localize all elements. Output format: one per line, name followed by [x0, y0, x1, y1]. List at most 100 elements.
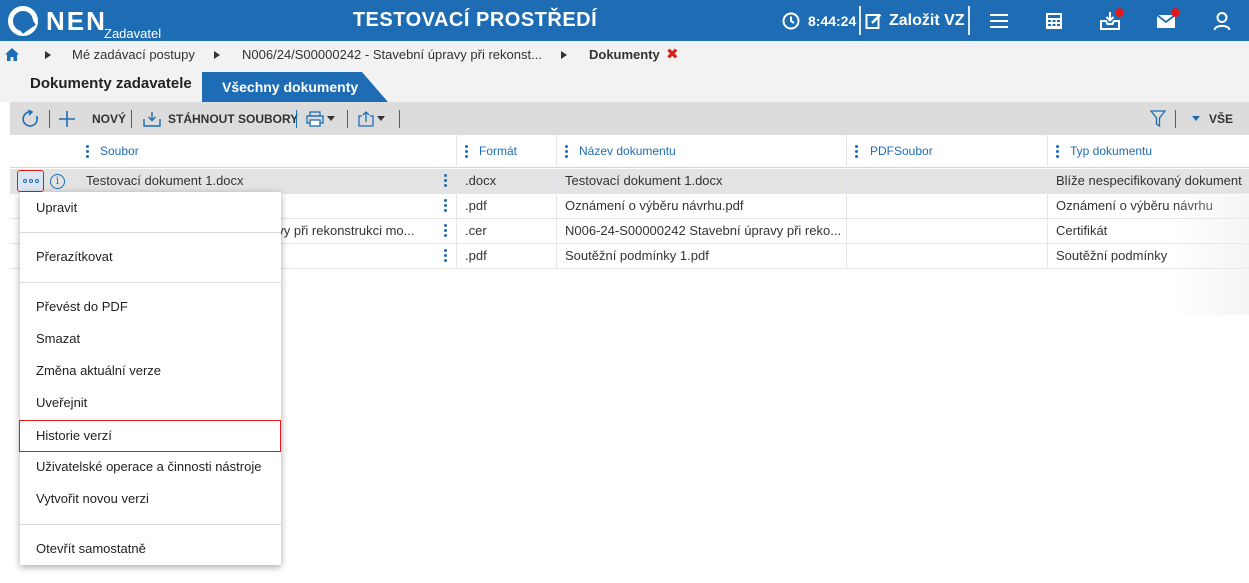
download-files-label: STÁHNOUT SOUBORY: [168, 111, 299, 126]
menu-separator: [20, 282, 281, 283]
new-button-label: NOVÝ: [92, 111, 127, 126]
cell-format: .docx: [465, 173, 497, 188]
tab-contracting-authority-documents[interactable]: Dokumenty zadavatele: [14, 69, 208, 99]
session-time: 8:44:24: [808, 12, 857, 29]
column-menu-icon[interactable]: [465, 145, 468, 159]
toolbar-separator: [296, 110, 297, 128]
menu-item-user-operations[interactable]: Uživatelské operace a činnosti nástroje: [20, 451, 281, 483]
logo-text: NEN: [46, 6, 107, 36]
cell-format: .cer: [465, 223, 487, 238]
more-dots-icon: [22, 179, 27, 183]
mail-notification-dot: [1171, 8, 1180, 17]
toolbar-separator: [347, 110, 348, 128]
row-context-menu: Upravit Přerazítkovat Převést do PDF Sma…: [19, 192, 281, 565]
tab-all-documents[interactable]: Všechny dokumenty: [202, 72, 388, 102]
cell-document-name: Soutěžní podmínky 1.pdf: [565, 248, 709, 263]
refresh-icon[interactable]: [22, 110, 40, 128]
download-tray-icon: [143, 111, 161, 127]
new-button[interactable]: NOVÝ: [58, 102, 126, 135]
menu-item-version-history[interactable]: Historie verzí: [19, 420, 281, 452]
header-divider: [859, 6, 861, 35]
clock-icon: [782, 12, 800, 29]
filter-icon[interactable]: [1150, 110, 1166, 128]
cell-document-name: Oznámení o výběru návrhu.pdf: [565, 198, 744, 213]
export-icon: [358, 110, 374, 127]
column-menu-icon[interactable]: [86, 145, 89, 159]
column-divider: [1047, 135, 1048, 269]
close-icon[interactable]: ✖: [666, 47, 679, 63]
menu-item-open-standalone[interactable]: Otevřít samostatně: [20, 533, 281, 565]
filter-scope-label: VŠE: [1209, 111, 1234, 126]
chevron-down-icon: [377, 116, 385, 121]
cell-format: .pdf: [465, 198, 487, 213]
row-menu-icon[interactable]: [444, 174, 447, 188]
column-header-document-name[interactable]: Název dokumentu: [579, 135, 676, 168]
cell-format: .pdf: [465, 248, 487, 263]
menu-icon[interactable]: [988, 9, 1012, 33]
calculator-icon[interactable]: [1042, 9, 1066, 33]
toolbar-separator: [1175, 110, 1176, 128]
breadcrumb-documents: Dokumenty: [589, 47, 660, 62]
export-dropdown[interactable]: [358, 102, 385, 135]
inbox-notification-dot: [1115, 8, 1124, 17]
menu-item-convert-to-pdf[interactable]: Převést do PDF: [20, 291, 281, 323]
breadcrumb-arrow-icon: [561, 51, 567, 59]
logo-ring-icon: [8, 6, 38, 36]
breadcrumb-procedure[interactable]: N006/24/S00000242 - Stavební úpravy při …: [242, 41, 542, 69]
cell-document-name: Testovací dokument 1.docx: [565, 173, 723, 188]
column-header-pdf-file[interactable]: PDFSoubor: [870, 135, 933, 168]
row-menu-icon[interactable]: [444, 249, 447, 263]
create-tender-button[interactable]: Založit VZ: [865, 0, 965, 41]
home-icon[interactable]: [5, 48, 19, 61]
chevron-down-icon: [327, 116, 335, 121]
breadcrumb-arrow-icon: [214, 51, 220, 59]
column-menu-icon[interactable]: [855, 145, 858, 159]
column-header-document-type[interactable]: Typ dokumentu: [1070, 135, 1152, 168]
row-menu-icon[interactable]: [444, 224, 447, 238]
column-header-format[interactable]: Formát: [479, 135, 517, 168]
toolbar-separator: [399, 110, 400, 128]
cell-file: avy při rekonstrukci mo...: [270, 223, 415, 238]
chevron-down-icon: [1192, 116, 1200, 121]
row-menu-icon[interactable]: [444, 199, 447, 213]
info-icon[interactable]: i: [50, 174, 65, 189]
menu-separator: [20, 524, 281, 525]
column-menu-icon[interactable]: [565, 145, 568, 159]
menu-item-create-new-version[interactable]: Vytvořit novou verzi: [20, 483, 281, 515]
cell-document-type: Blíže nespecifikovaný dokument: [1056, 173, 1242, 188]
download-files-button[interactable]: STÁHNOUT SOUBORY: [143, 102, 298, 135]
filter-scope-dropdown[interactable]: VŠE: [1189, 102, 1233, 135]
menu-item-change-current-version[interactable]: Změna aktuální verze: [20, 355, 281, 387]
column-menu-icon[interactable]: [1056, 145, 1059, 159]
toolbar-separator: [131, 110, 132, 128]
breadcrumb-arrow-icon: [45, 51, 51, 59]
logo-subtitle: Zadavatel: [104, 26, 162, 41]
user-icon[interactable]: [1210, 9, 1234, 33]
toolbar: NOVÝ STÁHNOUT SOUBORY VŠE: [10, 102, 1249, 135]
column-divider: [846, 135, 847, 269]
cell-document-name: N006-24-S00000242 Stavební úpravy při re…: [565, 223, 842, 238]
row-actions-button[interactable]: [17, 170, 44, 192]
column-header-file[interactable]: Soubor: [100, 135, 139, 168]
menu-item-restamp[interactable]: Přerazítkovat: [20, 241, 281, 273]
toolbar-separator: [49, 110, 50, 128]
cell-file: Testovací dokument 1.docx: [86, 173, 244, 188]
table-header: Soubor Formát Název dokumentu PDFSoubor …: [10, 135, 1249, 168]
session-clock: 8:44:24: [782, 0, 856, 41]
table-row[interactable]: Testovací dokument 1.docx .docx Testovac…: [10, 169, 1249, 194]
tab-strip: Dokumenty zadavatele Všechny dokumenty: [0, 69, 1249, 102]
create-tender-label: Založit VZ: [889, 11, 965, 29]
breadcrumb: Mé zadávací postupy N006/24/S00000242 - …: [0, 41, 1249, 69]
print-dropdown[interactable]: [306, 102, 335, 135]
breadcrumb-my-procedures[interactable]: Mé zadávací postupy: [72, 41, 195, 69]
menu-item-publish[interactable]: Uveřejnit: [20, 387, 281, 419]
scroll-shadow: [1170, 195, 1249, 315]
nen-logo[interactable]: NEN Zadavatel: [8, 4, 168, 41]
column-divider: [556, 135, 557, 269]
column-divider: [456, 135, 457, 269]
menu-item-delete[interactable]: Smazat: [20, 323, 281, 355]
menu-item-edit[interactable]: Upravit: [20, 192, 281, 224]
edit-icon: [865, 13, 882, 29]
printer-icon: [306, 110, 324, 127]
top-bar: NEN Zadavatel TESTOVACÍ PROSTŘEDÍ 8:44:2…: [0, 0, 1249, 41]
